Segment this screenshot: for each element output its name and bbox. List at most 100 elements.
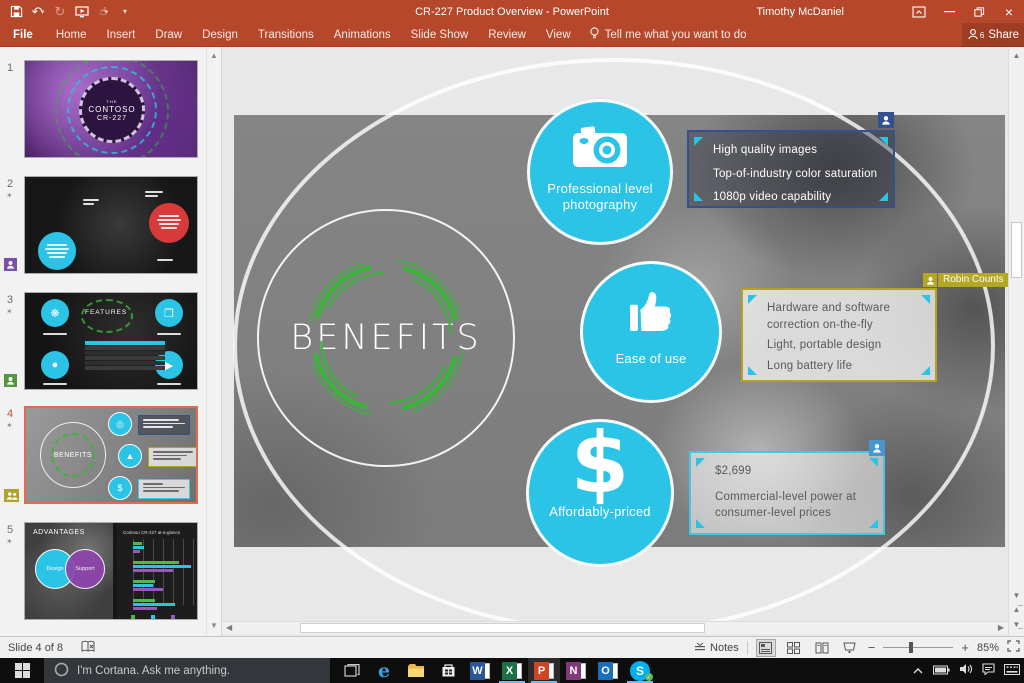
collapse-panel-icon[interactable]: ▼	[207, 621, 221, 630]
vertical-scroll-thumb[interactable]	[1011, 222, 1022, 278]
touch-mouse-mode-icon[interactable]: ☝▾	[94, 2, 114, 21]
coauthor-presence-icon[interactable]	[878, 112, 894, 128]
action-center-icon[interactable]	[982, 662, 995, 680]
slide-5-number: 5	[7, 524, 21, 536]
tab-slide-show[interactable]: Slide Show	[401, 23, 479, 47]
scroll-up-icon[interactable]: ▲	[207, 51, 221, 60]
slide-thumbnail-2[interactable]	[24, 176, 198, 274]
taskbar-powerpoint-icon[interactable]: P	[528, 658, 560, 683]
coauthor-presence-icon[interactable]	[869, 440, 885, 456]
tab-draw[interactable]: Draw	[145, 23, 192, 47]
signed-in-user[interactable]: Timothy McDaniel	[756, 0, 844, 23]
horizontal-scrollbar[interactable]: ◀ ▶	[222, 621, 1008, 634]
slide-editing-area[interactable]: BENEFITS Professional level photography	[222, 47, 1024, 636]
share-button[interactable]: 6 Share	[962, 23, 1024, 47]
corner-flag-icon	[694, 137, 703, 146]
slide-thumbnail-5[interactable]: ADVANTAGES Design Support Contoso CR-227…	[24, 522, 198, 620]
minimize-button[interactable]	[934, 0, 964, 23]
taskbar-excel-icon[interactable]: X	[496, 658, 528, 683]
redo-icon[interactable]: ↻	[50, 2, 70, 21]
taskbar-file-explorer-icon[interactable]	[400, 658, 432, 683]
thumb4-notes-3	[138, 479, 190, 499]
animation-star-icon[interactable]: ✶	[6, 537, 13, 546]
tab-file[interactable]: File	[0, 23, 46, 47]
corner-flag-icon	[748, 295, 757, 304]
slide-sorter-view-button[interactable]	[784, 639, 804, 657]
tab-insert[interactable]: Insert	[97, 23, 146, 47]
zoom-out-button[interactable]: −	[868, 640, 876, 655]
benefits-circle-shape[interactable]: BENEFITS	[257, 209, 515, 467]
thumb4-notes-2	[148, 447, 198, 467]
slide-thumbnail-1[interactable]: THE CONTOSO CR-227	[24, 60, 198, 158]
photography-notes-textbox[interactable]: High quality images Top-of-industry colo…	[687, 130, 895, 208]
corner-flag-icon	[748, 366, 757, 375]
slide-thumbnail-3[interactable]: FEATURES ❋ ❐ ● ▶	[24, 292, 198, 390]
price-notes-textbox[interactable]: $2,699 Commercial-level power at consume…	[689, 451, 885, 535]
taskbar-skype-icon[interactable]: S ✓	[624, 658, 656, 683]
tab-home[interactable]: Home	[46, 23, 97, 47]
taskbar-onenote-icon[interactable]: N	[560, 658, 592, 683]
scroll-up-icon[interactable]: ▲	[1009, 50, 1024, 62]
editor-presence-label[interactable]: Robin Counts	[923, 273, 1009, 287]
coauthor-badge-green	[4, 374, 17, 387]
decor-green-arc	[81, 299, 133, 333]
window-title: CR-227 Product Overview - PowerPoint	[0, 0, 1024, 23]
ease-of-use-circle-shape[interactable]: Ease of use	[580, 261, 722, 403]
thumbnail-scrollbar[interactable]: ▲ ▼	[206, 47, 221, 636]
animation-star-icon[interactable]: ✶	[6, 307, 13, 316]
dollar-icon: $	[571, 424, 629, 504]
scroll-right-icon[interactable]: ▶	[998, 622, 1004, 634]
ribbon-display-options-icon[interactable]	[904, 0, 934, 23]
zoom-slider[interactable]	[883, 647, 953, 648]
reading-view-button[interactable]	[812, 639, 832, 657]
taskbar-outlook-icon[interactable]: O	[592, 658, 624, 683]
restore-button[interactable]	[964, 0, 994, 23]
touch-keyboard-icon[interactable]	[1004, 662, 1020, 680]
previous-slide-icon[interactable]: ▲̅	[1009, 604, 1024, 616]
notes-toggle[interactable]: Notes	[694, 642, 739, 654]
photography-circle-shape[interactable]: Professional level photography	[527, 99, 673, 245]
cortana-search-box[interactable]: I'm Cortana. Ask me anything.	[44, 658, 330, 683]
tell-me-box[interactable]: Tell me what you want to do	[581, 27, 747, 43]
battery-icon[interactable]	[933, 662, 950, 680]
animation-star-icon[interactable]: ✶	[6, 421, 13, 430]
horizontal-scroll-thumb[interactable]	[300, 623, 705, 633]
decor-text	[157, 259, 173, 261]
scroll-down-icon[interactable]: ▼	[1009, 590, 1024, 602]
ease-of-use-notes-textbox[interactable]: Hardware and software correction on-the-…	[741, 288, 937, 382]
taskbar-edge-icon[interactable]: e	[368, 658, 400, 683]
fit-to-window-icon[interactable]	[1007, 640, 1020, 655]
normal-view-button[interactable]	[756, 639, 776, 657]
zoom-level[interactable]: 85%	[977, 642, 999, 654]
tab-review[interactable]: Review	[478, 23, 536, 47]
vertical-scrollbar[interactable]: ▲ ▼ ▲̅ ▼̲	[1008, 47, 1024, 636]
tab-design[interactable]: Design	[192, 23, 248, 47]
start-button[interactable]	[0, 658, 44, 683]
camera-icon	[569, 124, 631, 175]
task-view-button[interactable]	[336, 658, 368, 683]
divider	[747, 641, 748, 655]
next-slide-icon[interactable]: ▼̲	[1009, 619, 1024, 631]
tab-view[interactable]: View	[536, 23, 581, 47]
taskbar-word-icon[interactable]: W	[464, 658, 496, 683]
undo-icon[interactable]: ↶▾	[28, 2, 48, 21]
volume-icon[interactable]	[959, 662, 973, 680]
hidden-icons-chevron[interactable]	[912, 662, 924, 680]
tab-transitions[interactable]: Transitions	[248, 23, 324, 47]
save-icon[interactable]	[6, 2, 26, 21]
zoom-in-button[interactable]: +	[961, 640, 969, 655]
slide-thumbnail-4-selected[interactable]: BENEFITS ◎ ▲ $	[24, 406, 198, 504]
slide-indicator[interactable]: Slide 4 of 8	[8, 642, 63, 654]
scroll-left-icon[interactable]: ◀	[226, 622, 232, 634]
customize-qat-icon[interactable]: ▾	[116, 2, 136, 21]
zoom-slider-thumb[interactable]	[909, 642, 913, 653]
taskbar-store-icon[interactable]	[432, 658, 464, 683]
start-from-beginning-icon[interactable]	[72, 2, 92, 21]
close-button[interactable]: ×	[994, 0, 1024, 23]
animation-star-icon[interactable]: ✶	[6, 191, 13, 200]
spell-check-icon[interactable]	[81, 640, 95, 656]
note-line: 1080p video capability	[713, 189, 883, 206]
price-circle-shape[interactable]: $ Affordably-priced	[526, 419, 674, 567]
slide-show-view-button[interactable]	[840, 639, 860, 657]
tab-animations[interactable]: Animations	[324, 23, 401, 47]
